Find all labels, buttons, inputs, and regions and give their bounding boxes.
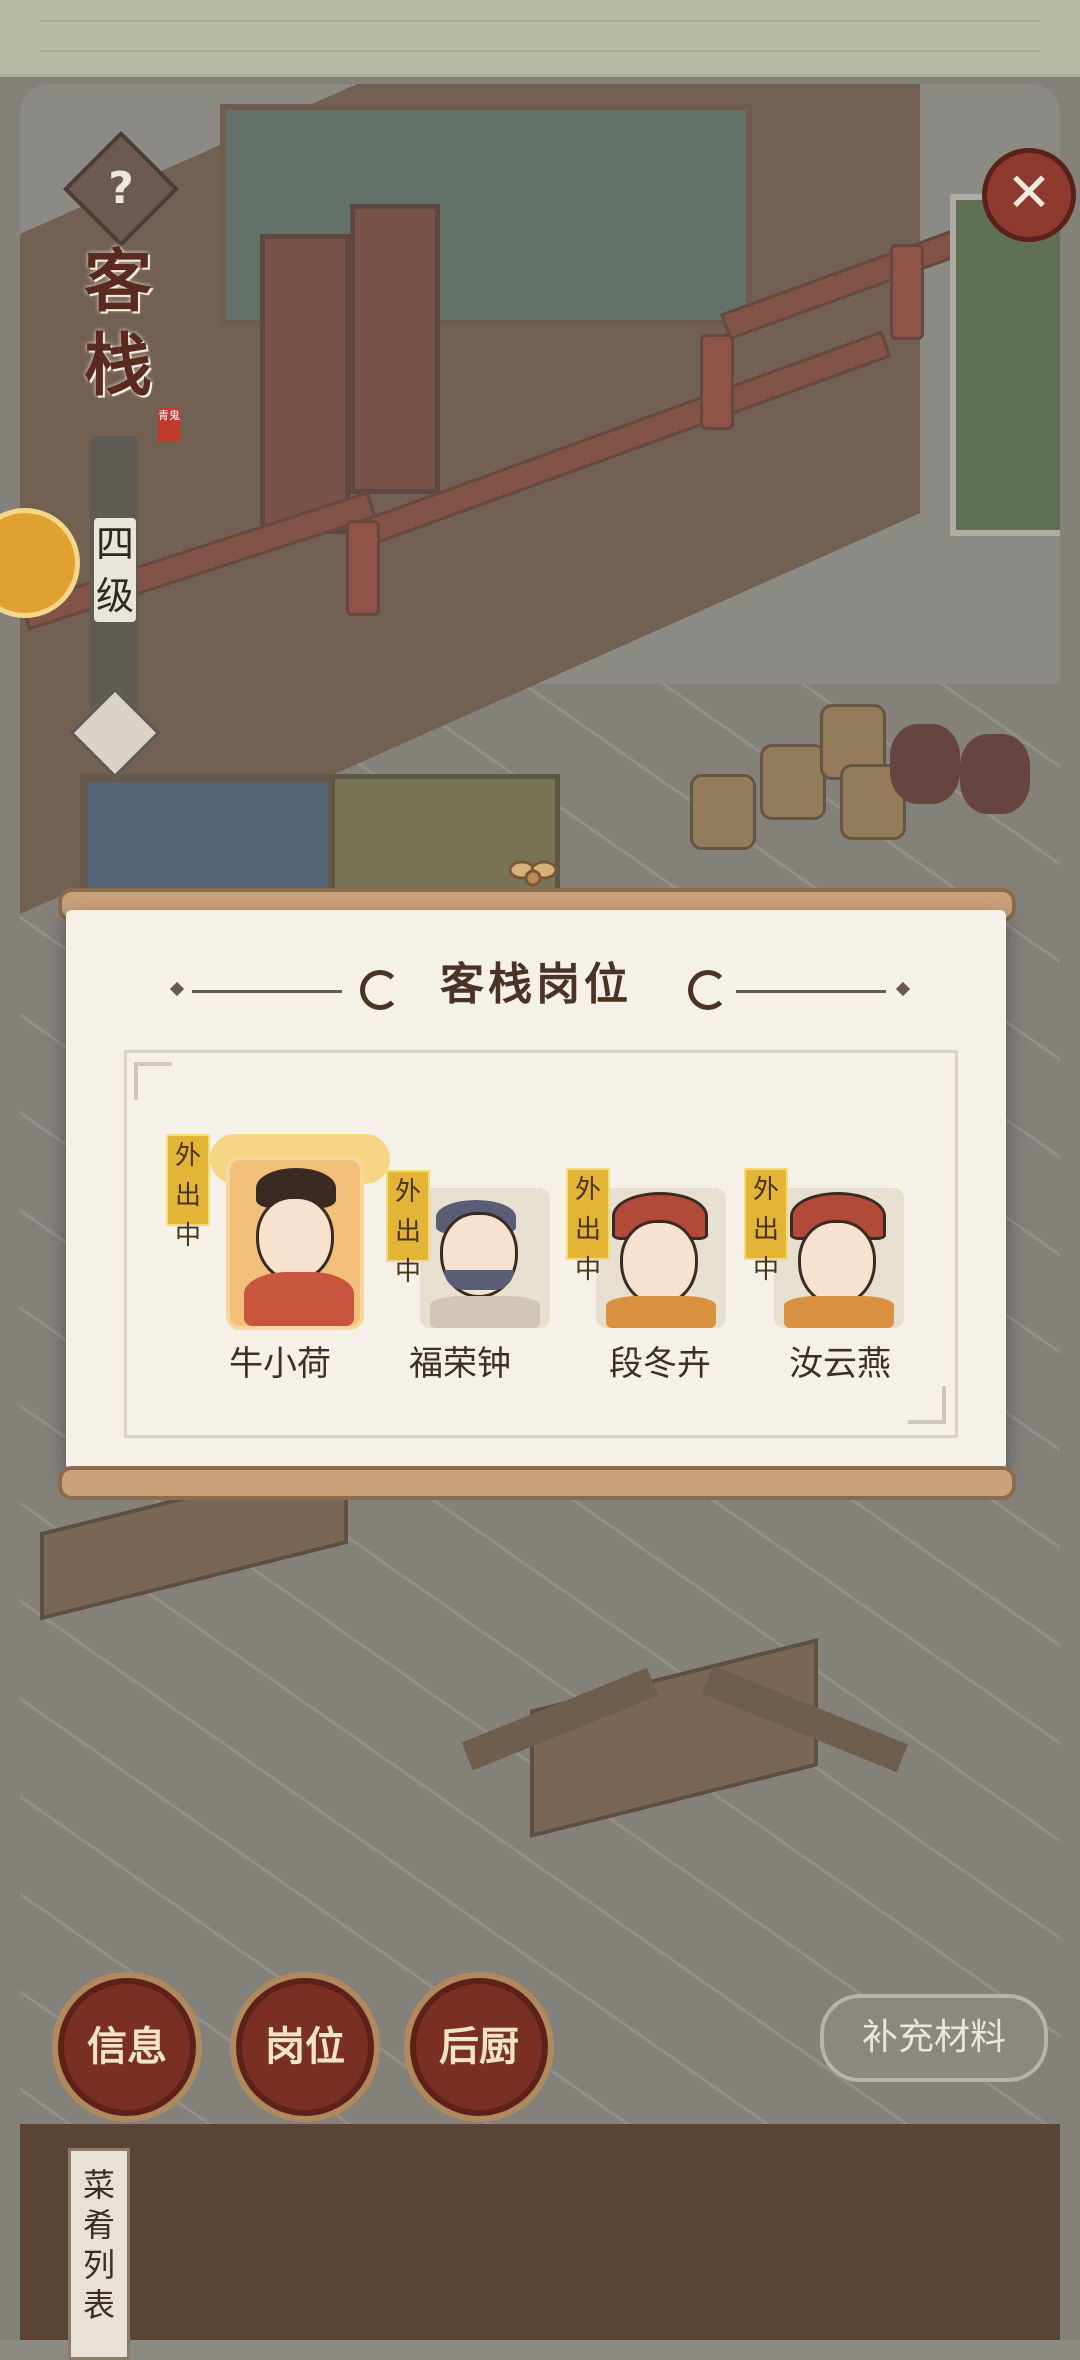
menu-tab-char: 菜 [82,2166,115,2204]
status-char: 出 [174,1181,201,1211]
status-char: 外 [394,1177,421,1207]
swirl-icon [688,970,728,1010]
status-char: 中 [752,1255,779,1285]
status-tag: 外 出 中 [566,1168,610,1285]
avatar [620,1220,698,1306]
status-char: 中 [394,1257,421,1287]
close-button[interactable]: ✕ [982,148,1076,242]
panel-title: 客栈岗位 [440,959,632,1010]
menu-tab-char: 表 [82,2286,115,2324]
kitchen-button[interactable]: 后厨 [404,1972,554,2122]
menu-tab-char: 肴 [82,2206,115,2244]
status-char: 出 [394,1217,421,1247]
title-char: 栈 [83,326,152,406]
status-char: 外 [752,1175,779,1205]
status-char: 外 [574,1175,601,1205]
status-tag: 外 出 中 [744,1168,788,1285]
menu-list-tab[interactable]: 菜 肴 列 表 [68,2148,130,2360]
frame-corner [908,1386,946,1424]
counter [20,2124,1060,2340]
avatar [798,1220,876,1306]
level-label: 四 级 [94,518,136,622]
question-icon: ? [108,163,134,214]
divider-line [736,990,886,993]
level-char: 级 [95,574,134,618]
red-seal: 青鬼 [158,408,180,442]
post-button[interactable]: 岗位 [230,1972,380,2122]
knot-icon [508,860,558,887]
avatar-beard [444,1270,514,1290]
staff-name: 福荣钟 [409,1344,511,1384]
inn-title: 客 栈 [68,240,168,408]
staff-name: 牛小荷 [229,1344,331,1384]
frame-corner [134,1062,172,1100]
avatar-robe [606,1296,716,1328]
supply-materials-button[interactable]: 补充材料 [820,1994,1048,2082]
status-char: 中 [174,1221,201,1251]
level-char: 四 [95,522,134,566]
staff-name: 汝云燕 [789,1344,891,1384]
status-char: 出 [752,1215,779,1245]
avatar-robe [244,1272,354,1326]
title-char: 客 [83,242,152,322]
status-tag: 外 出 中 [386,1170,430,1287]
avatar-robe [430,1296,540,1328]
status-tag: 外 出 中 [166,1134,210,1251]
scroll-rod-bottom [58,1466,1016,1500]
staff-name: 段冬卉 [609,1344,711,1384]
avatar [256,1196,334,1282]
status-char: 外 [174,1141,201,1171]
menu-tab-char: 列 [82,2246,115,2284]
close-icon: ✕ [1006,161,1052,224]
status-char: 出 [574,1215,601,1245]
status-char: 中 [574,1255,601,1285]
avatar-robe [784,1296,894,1328]
info-button[interactable]: 信息 [52,1972,202,2122]
